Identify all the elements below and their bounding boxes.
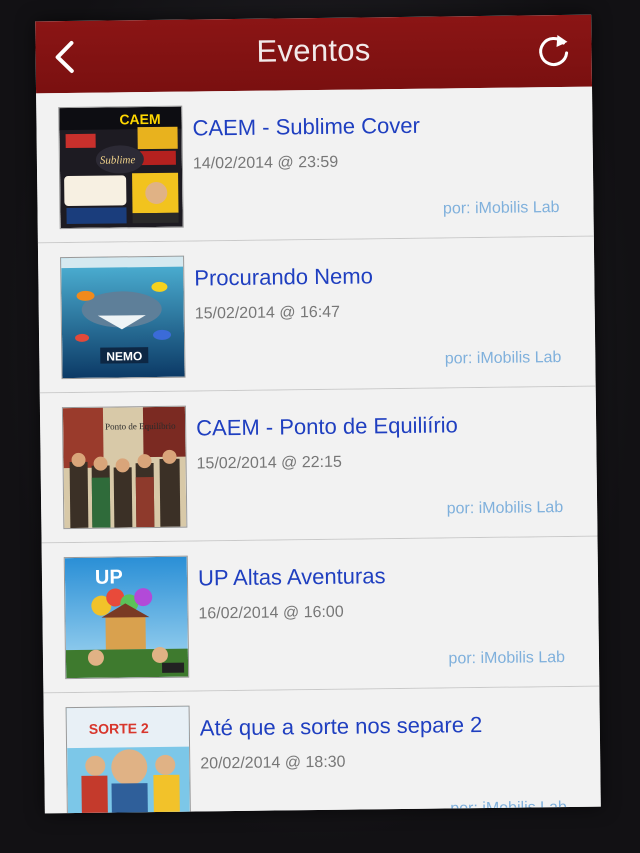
list-item[interactable]: NEMO Procurando Nemo 15/02/2014 @ 16:47 … <box>37 236 596 394</box>
event-poster: Ponto de Equilíbrio <box>61 405 188 530</box>
event-title[interactable]: CAEM - Ponto de Equiliírio <box>196 412 458 441</box>
list-item[interactable]: CAEM Sublime CAEM - Sublime Cover 14/02/… <box>36 86 594 244</box>
event-poster: SORTE 2 <box>65 705 192 814</box>
list-item[interactable]: SORTE 2 Até que a sorte nos separe 2 20/… <box>43 686 601 814</box>
poster-text: Ponto de Equilíbrio <box>105 421 176 432</box>
poster-text: SORTE 2 <box>89 720 149 737</box>
event-poster: CAEM Sublime <box>58 105 184 230</box>
event-author: por: iMobilis Lab <box>442 199 560 218</box>
event-date: 15/02/2014 @ 16:47 <box>194 303 341 323</box>
event-title[interactable]: CAEM - Sublime Cover <box>192 113 420 142</box>
event-date: 15/02/2014 @ 22:15 <box>196 453 342 473</box>
event-date: 14/02/2014 @ 23:59 <box>192 153 339 173</box>
event-title[interactable]: Procurando Nemo <box>194 263 373 291</box>
event-date: 16/02/2014 @ 16:00 <box>198 603 344 623</box>
navigation-bar: Eventos <box>35 14 593 94</box>
event-poster: NEMO <box>60 255 186 380</box>
page-title: Eventos <box>256 32 371 69</box>
poster-text: NEMO <box>106 349 142 363</box>
event-author: por: iMobilis Lab <box>444 349 562 368</box>
svg-text:CAEM: CAEM <box>119 111 160 128</box>
event-list: CAEM Sublime CAEM - Sublime Cover 14/02/… <box>36 86 601 814</box>
app-screen: Eventos CAEM Sublime CAEM - Sublime Cove… <box>35 14 601 814</box>
event-title[interactable]: Até que a sorte nos separe 2 <box>200 712 483 741</box>
refresh-icon <box>539 35 569 66</box>
list-item[interactable]: UP UP Altas Aventuras 16/02/2014 @ 16:00… <box>41 536 600 694</box>
event-title[interactable]: UP Altas Aventuras <box>198 563 386 591</box>
event-poster: UP <box>63 555 190 680</box>
event-author: por: iMobilis Lab <box>448 649 566 668</box>
poster-text: UP <box>95 566 123 588</box>
refresh-button[interactable] <box>533 31 573 71</box>
list-item[interactable]: Ponto de Equilíbrio CAEM - Ponto de Equi… <box>39 386 598 544</box>
event-author: por: iMobilis Lab <box>446 499 564 518</box>
poster-text: Sublime <box>100 154 136 166</box>
event-date: 20/02/2014 @ 18:30 <box>200 753 346 773</box>
